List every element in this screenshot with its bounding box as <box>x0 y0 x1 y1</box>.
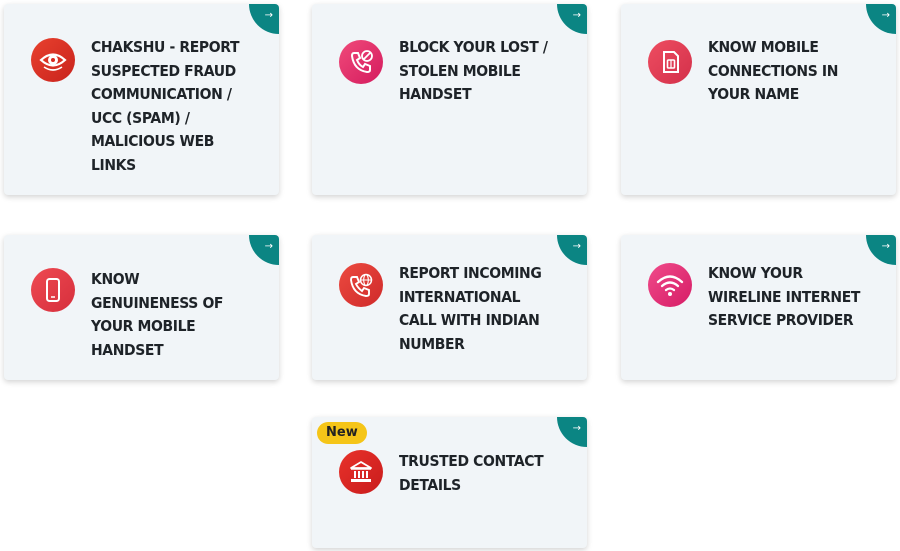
card-title: Know Genuineness of Your Mobile Handset <box>91 270 224 359</box>
eye-icon <box>31 38 75 82</box>
service-card-trusted-contact[interactable]: → New Trusted Contact Details <box>312 417 587 548</box>
mobile-phone-icon <box>31 268 75 312</box>
service-card-chakshu[interactable]: → Chakshu - Report Suspected Fraud Commu… <box>4 4 279 195</box>
card-title: Know Mobile Connections in Your Name <box>708 38 839 103</box>
card-title: Trusted Contact Details <box>399 452 544 494</box>
arrow-right-icon: → <box>572 10 581 21</box>
wifi-icon <box>648 263 692 307</box>
phone-globe-icon <box>339 263 383 307</box>
open-arrow-button[interactable]: → <box>557 4 587 34</box>
service-card-genuineness[interactable]: → Know Genuineness of Your Mobile Handse… <box>4 235 279 380</box>
service-card-mobile-connections[interactable]: → Know Mobile Connections in Your Name <box>621 4 896 195</box>
bank-building-icon <box>339 450 383 494</box>
service-card-wireline-isp[interactable]: → Know Your Wireline Internet Service Pr… <box>621 235 896 380</box>
card-title: Know Your Wireline Internet Service Prov… <box>708 264 861 329</box>
card-title: Chakshu - Report Suspected Fraud Communi… <box>91 38 240 174</box>
service-card-international-call[interactable]: → Report Incoming International Call wit… <box>312 235 587 380</box>
open-arrow-button[interactable]: → <box>557 235 587 265</box>
open-arrow-button[interactable]: → <box>249 235 279 265</box>
open-arrow-button[interactable]: → <box>557 417 587 447</box>
sim-card-icon <box>648 40 692 84</box>
service-card-block-handset[interactable]: → Block Your Lost / Stolen Mobile Handse… <box>312 4 587 195</box>
arrow-right-icon: → <box>572 241 581 252</box>
card-title: Block Your Lost / Stolen Mobile Handset <box>399 38 548 103</box>
phone-block-icon <box>339 40 383 84</box>
new-badge: New <box>317 422 367 444</box>
arrow-right-icon: → <box>881 10 890 21</box>
open-arrow-button[interactable]: → <box>866 4 896 34</box>
arrow-right-icon: → <box>264 241 273 252</box>
arrow-right-icon: → <box>264 10 273 21</box>
open-arrow-button[interactable]: → <box>866 235 896 265</box>
arrow-right-icon: → <box>881 241 890 252</box>
open-arrow-button[interactable]: → <box>249 4 279 34</box>
card-title: Report Incoming International Call with … <box>399 264 542 353</box>
arrow-right-icon: → <box>572 423 581 434</box>
